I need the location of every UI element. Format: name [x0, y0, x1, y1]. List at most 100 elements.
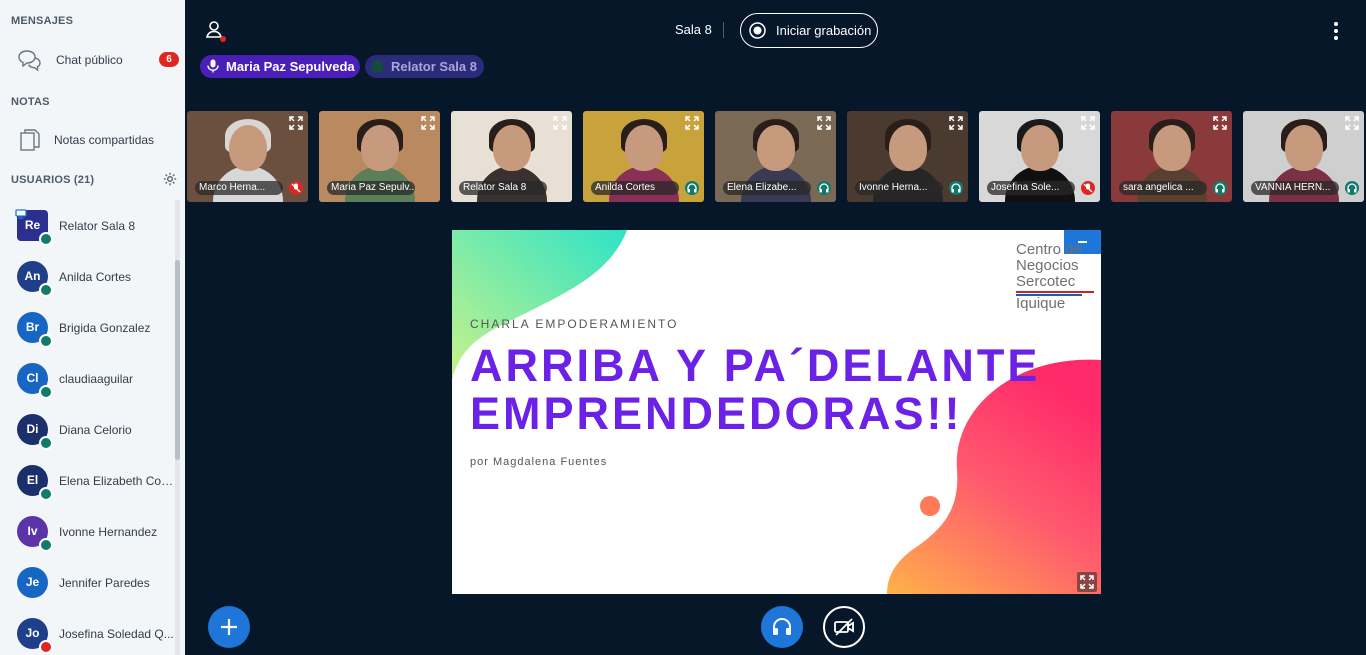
- fullscreen-presentation-button[interactable]: [1077, 572, 1097, 592]
- presenter-icon: [15, 206, 27, 219]
- webcam-tile[interactable]: Marco Herna...: [187, 111, 308, 202]
- share-webcam-button[interactable]: [823, 606, 865, 648]
- muted-mic-icon: [289, 181, 303, 195]
- webcam-tile[interactable]: Elena Elizabe...: [715, 111, 836, 202]
- user-list-item[interactable]: Iv Ivonne Hernandez: [0, 506, 175, 556]
- microphone-icon: [206, 59, 220, 73]
- logo-line: Iquique: [1016, 295, 1066, 312]
- user-list-item[interactable]: Di Diana Celorio: [0, 404, 175, 454]
- document-icon: [16, 128, 42, 152]
- expand-icon[interactable]: [816, 115, 832, 131]
- user-name: Brigida Gonzalez: [59, 321, 151, 335]
- user-list-item[interactable]: An Anilda Cortes: [0, 251, 175, 301]
- leave-audio-button[interactable]: [761, 606, 803, 648]
- talking-indicator-active[interactable]: Maria Paz Sepulveda: [200, 55, 360, 78]
- webcam-tile[interactable]: Maria Paz Sepulv...: [319, 111, 440, 202]
- start-recording-button[interactable]: Iniciar grabación: [740, 13, 878, 48]
- divider: [723, 22, 724, 38]
- webcam-name-label[interactable]: Josefina Sole...: [987, 181, 1075, 195]
- actions-button[interactable]: [208, 606, 250, 648]
- public-chat-item[interactable]: Chat público 6: [0, 40, 185, 80]
- user-name: Josefina Soledad Q...: [59, 627, 174, 641]
- expand-icon[interactable]: [948, 115, 964, 131]
- notes-section-title: NOTAS: [11, 96, 50, 108]
- status-dot: [371, 60, 384, 73]
- presentation-slide: Centro de Negocios Sercotec Iquique CHAR…: [452, 230, 1101, 594]
- headphones-icon: [1213, 181, 1227, 195]
- user-name: Anilda Cortes: [59, 270, 132, 284]
- expand-icon[interactable]: [1080, 115, 1096, 131]
- webcam-feed: [229, 125, 267, 171]
- sercotec-logo: Centro de Negocios Sercotec Iquique: [1016, 242, 1094, 312]
- user-name: Relator Sala 8: [59, 219, 136, 233]
- expand-icon[interactable]: [420, 115, 436, 131]
- webcam-name-label[interactable]: Ivonne Herna...: [855, 181, 943, 195]
- users-scrollbar[interactable]: [175, 200, 180, 655]
- public-chat-label: Chat público: [56, 53, 123, 67]
- webcam-feed: [361, 125, 399, 171]
- webcam-name-label[interactable]: Elena Elizabe...: [723, 181, 811, 195]
- user-status-icon[interactable]: [205, 20, 227, 42]
- scroll-thumb[interactable]: [175, 260, 180, 460]
- expand-icon[interactable]: [684, 115, 700, 131]
- user-list-item[interactable]: El Elena Elizabeth Con...: [0, 455, 175, 505]
- muted-mic-icon: [1081, 181, 1095, 195]
- user-list-item[interactable]: Cl claudiaaguilar: [0, 353, 175, 403]
- slide-byline: por Magdalena Fuentes: [470, 456, 608, 468]
- room-name: Sala 8: [675, 22, 712, 37]
- slide-title-line: ARRIBA Y PA´DELANTE: [470, 340, 1041, 391]
- webcam-name-label[interactable]: Anilda Cortes: [591, 181, 679, 195]
- logo-line: Negocios: [1016, 257, 1079, 274]
- gear-icon[interactable]: [163, 172, 177, 186]
- user-list-item[interactable]: Je Jennifer Paredes: [0, 557, 175, 607]
- expand-icon[interactable]: [552, 115, 568, 131]
- headphones-icon: [949, 181, 963, 195]
- user-list-item[interactable]: Jo Josefina Soledad Q...: [0, 608, 175, 655]
- headphones-icon: [39, 385, 53, 399]
- webcam-name-label[interactable]: VANNIA HERN...: [1251, 181, 1339, 195]
- webcam-name-label[interactable]: Maria Paz Sepulv...: [327, 181, 415, 195]
- expand-icon[interactable]: [1344, 115, 1360, 131]
- logo-line: Sercotec: [1016, 274, 1094, 293]
- microphone-icon: [39, 232, 53, 246]
- webcam-name-label[interactable]: Relator Sala 8: [459, 181, 547, 195]
- logo-line: Centro de: [1016, 241, 1082, 258]
- more-options-icon[interactable]: [1328, 20, 1344, 42]
- webcam-feed: [889, 125, 927, 171]
- users-section-title: USUARIOS (21): [11, 174, 95, 186]
- webcam-name-label[interactable]: Marco Herna...: [195, 181, 283, 195]
- headphones-icon: [39, 283, 53, 297]
- user-list-panel: MENSAJES Chat público 6 NOTAS Notas comp…: [0, 0, 185, 655]
- webcam-feed: [625, 125, 663, 171]
- talking-name: Maria Paz Sepulveda: [226, 59, 355, 74]
- webcam-tile[interactable]: Relator Sala 8: [451, 111, 572, 202]
- user-name: Elena Elizabeth Con...: [59, 474, 175, 488]
- unread-badge: 6: [159, 52, 179, 67]
- webcam-feed: [1153, 125, 1191, 171]
- slide-title: ARRIBA Y PA´DELANTE EMPRENDEDORAS!!: [470, 342, 1040, 438]
- video-off-icon: [834, 618, 854, 636]
- messages-section-title: MENSAJES: [11, 15, 74, 27]
- expand-icon[interactable]: [288, 115, 304, 131]
- talking-name: Relator Sala 8: [391, 59, 477, 74]
- webcam-feed: [493, 125, 531, 171]
- webcam-tile[interactable]: Ivonne Herna...: [847, 111, 968, 202]
- webcam-tile[interactable]: Josefina Sole...: [979, 111, 1100, 202]
- user-name: Ivonne Hernandez: [59, 525, 158, 539]
- user-list-item[interactable]: Re Relator Sala 8: [0, 200, 175, 250]
- webcam-name-label[interactable]: sara angelica ...: [1119, 181, 1207, 195]
- shared-notes-label: Notas compartidas: [54, 133, 155, 147]
- record-icon: [749, 22, 766, 39]
- webcam-tile[interactable]: Anilda Cortes: [583, 111, 704, 202]
- muted-mic-icon: [39, 640, 53, 654]
- record-label: Iniciar grabación: [776, 23, 872, 38]
- webcam-feed: [1021, 125, 1059, 171]
- shared-notes-item[interactable]: Notas compartidas: [0, 120, 185, 160]
- webcam-tile[interactable]: sara angelica ...: [1111, 111, 1232, 202]
- webcam-tile[interactable]: VANNIA HERN...: [1243, 111, 1364, 202]
- expand-icon: [1080, 575, 1094, 589]
- headphones-icon: [685, 181, 699, 195]
- talking-indicator[interactable]: Relator Sala 8: [365, 55, 484, 78]
- expand-icon[interactable]: [1212, 115, 1228, 131]
- user-list-item[interactable]: Br Brigida Gonzalez: [0, 302, 175, 352]
